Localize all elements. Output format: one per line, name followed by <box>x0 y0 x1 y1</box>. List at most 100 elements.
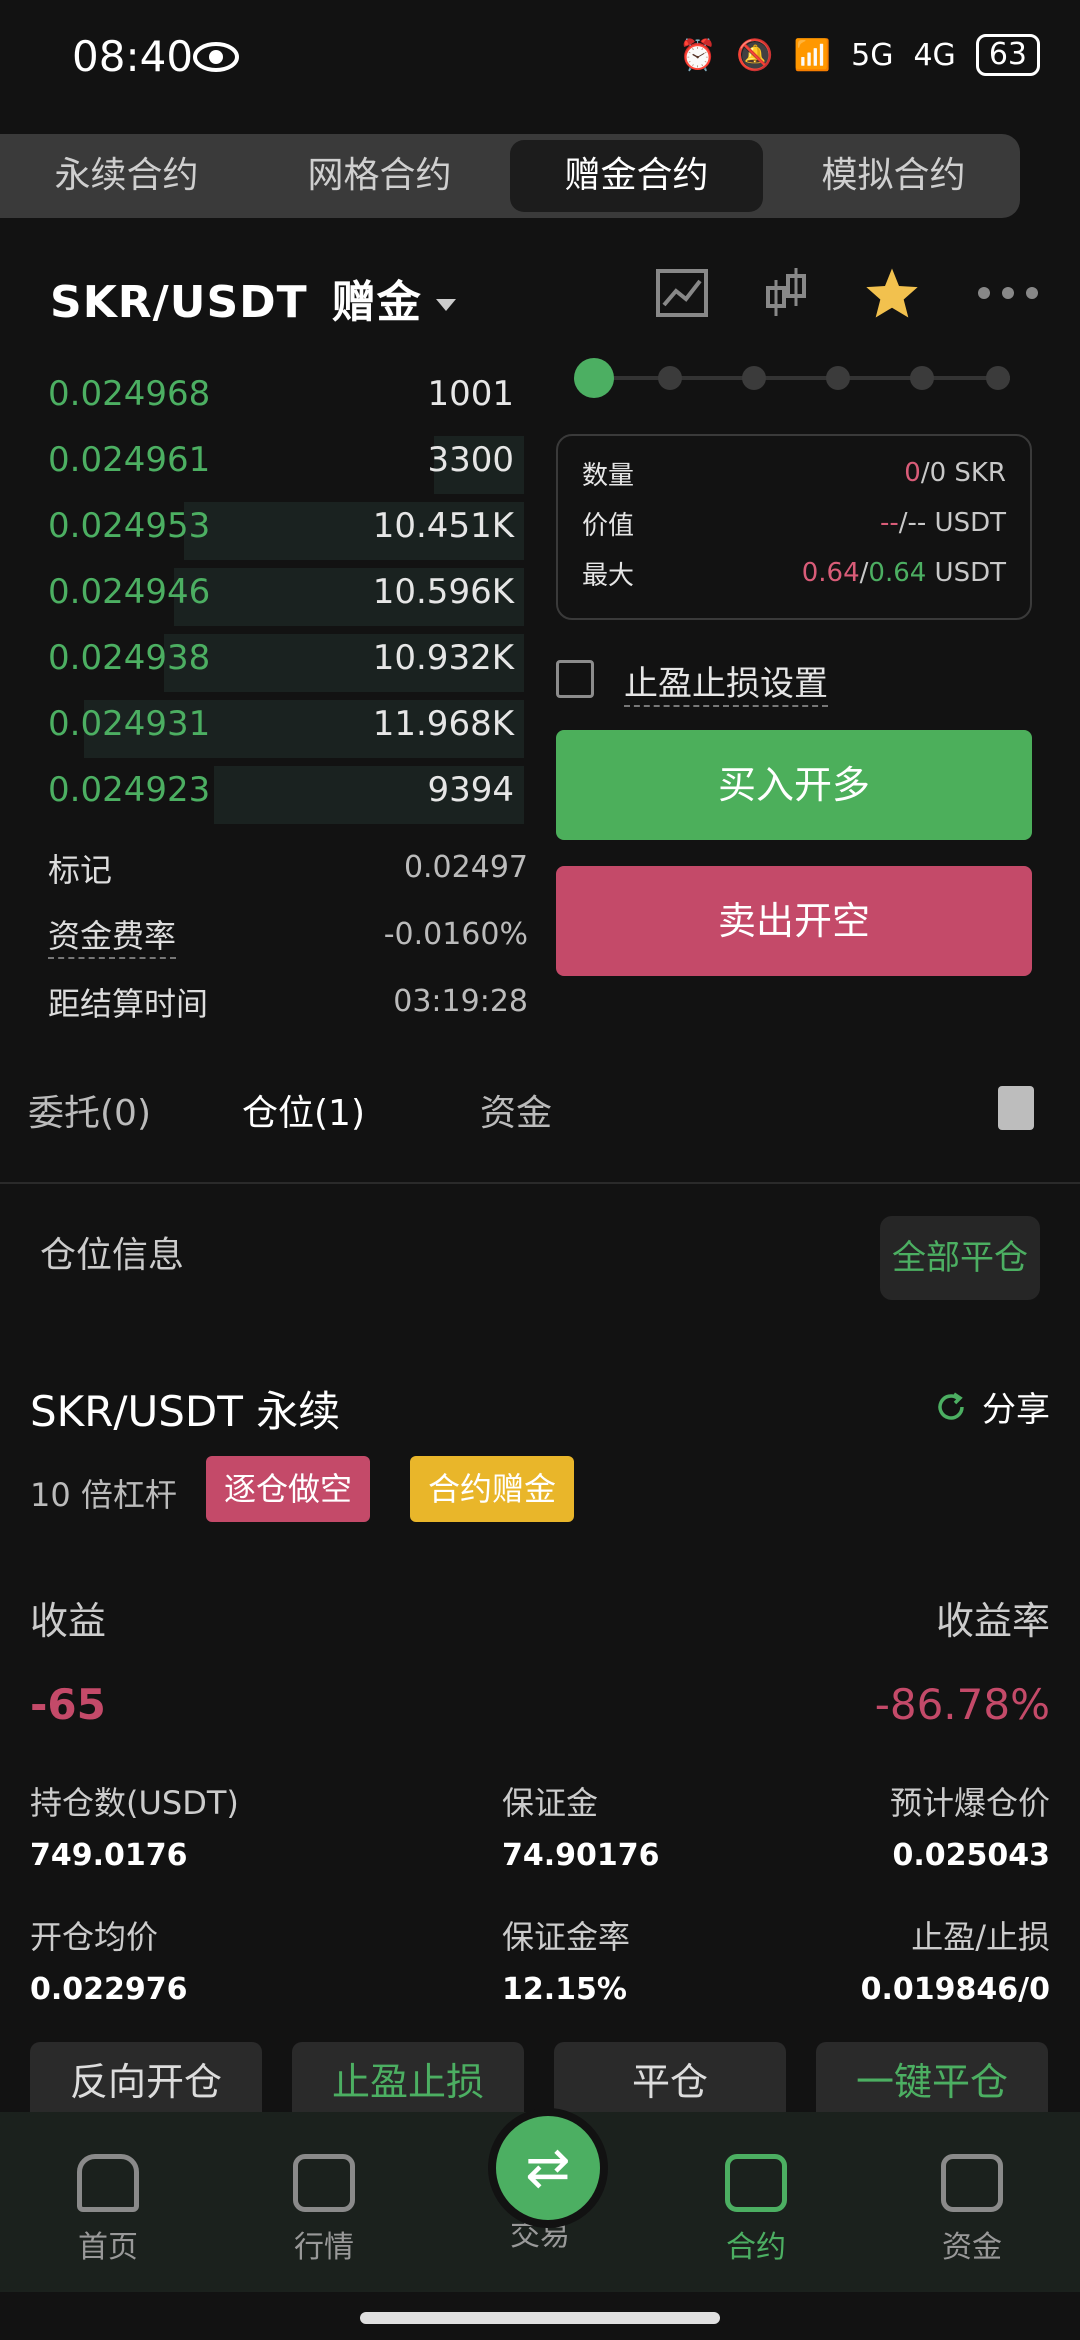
position-section-title: 仓位信息 <box>40 1235 185 1276</box>
star-icon[interactable] <box>864 266 920 320</box>
order-qty: 1001 <box>427 374 514 414</box>
status-right: ⏰ 🔕 📶 5G 4G 63 <box>679 34 1040 76</box>
contract-icon <box>725 2154 787 2212</box>
tpsl-label[interactable]: 止盈止损设置 <box>624 656 828 707</box>
nav-home[interactable]: 首页 <box>28 2154 188 2266</box>
settle-value: 03:19:28 <box>393 984 528 1019</box>
value-label: 价值 <box>582 510 635 541</box>
field-value: 12.15% <box>502 1972 627 2007</box>
leverage-label: 10 倍杠杆 <box>30 1476 177 1514</box>
order-book-row[interactable]: 0.024946 10.596K <box>0 560 530 626</box>
field-label: 保证金 <box>502 1784 599 1822</box>
mark-label: 标记 <box>48 850 113 889</box>
document-icon[interactable] <box>998 1086 1034 1130</box>
amount-slider[interactable] <box>574 358 1010 398</box>
tab-demo[interactable]: 模拟合约 <box>767 134 1020 218</box>
order-book: 0.024968 1001 0.024961 3300 0.024953 10.451K 0… <box>0 362 530 824</box>
roe-label: 收益率 <box>935 1599 1050 1643</box>
tab-bonus[interactable]: 赠金合约 <box>510 140 763 212</box>
home-icon <box>77 2154 139 2212</box>
field-value: 0.022976 <box>30 1972 188 2007</box>
field-label: 开仓均价 <box>30 1918 159 1956</box>
field-label: 止盈/止损 <box>911 1918 1050 1956</box>
qty-label: 数量 <box>582 460 635 491</box>
slider-stop[interactable] <box>910 366 934 390</box>
battery-icon: 63 <box>975 34 1040 76</box>
roe-value: -86.78% <box>874 1680 1050 1729</box>
pair-symbol: SKR/USDT <box>50 277 308 328</box>
buy-long-button[interactable]: 买入开多 <box>556 730 1032 840</box>
nav-label: 首页 <box>78 2230 138 2265</box>
order-book-row[interactable]: 0.024931 11.968K <box>0 692 530 758</box>
tpsl-button[interactable]: 止盈止损 <box>292 2042 524 2122</box>
funding-label[interactable]: 资金费率 <box>48 911 177 959</box>
share-button[interactable]: 分享 <box>934 1382 1050 1431</box>
signal-4g: 4G <box>913 37 956 73</box>
one-click-close-button[interactable]: 一键平仓 <box>816 2042 1048 2122</box>
nav-contract[interactable]: 合约 <box>676 2154 836 2266</box>
order-qty: 3300 <box>427 440 514 480</box>
chart-icon[interactable] <box>656 269 708 317</box>
divider <box>0 1182 1080 1184</box>
field-label: 持仓数(USDT) <box>30 1784 239 1822</box>
qty-a: 0 <box>904 458 921 488</box>
tab-positions[interactable]: 仓位(1) <box>242 1084 365 1136</box>
slider-stop[interactable] <box>986 366 1010 390</box>
tpsl-checkbox[interactable] <box>556 660 594 698</box>
tab-assets[interactable]: 资金 <box>480 1084 552 1136</box>
reverse-open-button[interactable]: 反向开仓 <box>30 2042 262 2122</box>
sell-short-button[interactable]: 卖出开空 <box>556 866 1032 976</box>
order-price: 0.024931 <box>48 704 211 744</box>
field-label: 保证金率 <box>502 1918 631 1956</box>
slider-stop[interactable] <box>826 366 850 390</box>
order-book-row[interactable]: 0.024961 3300 <box>0 428 530 494</box>
slider-stop[interactable] <box>658 366 682 390</box>
tab-perpetual[interactable]: 永续合约 <box>0 134 253 218</box>
more-icon[interactable] <box>976 285 1040 301</box>
order-price: 0.024923 <box>48 770 211 810</box>
bonus-badge: 合约赠金 <box>410 1456 575 1522</box>
field-value: 0.025043 <box>892 1838 1050 1873</box>
isolated-short-badge: 逐仓做空 <box>206 1456 371 1522</box>
order-book-row[interactable]: 0.024923 9394 <box>0 758 530 824</box>
pair-mode: 赠金 <box>331 277 422 328</box>
trade-fab[interactable]: ⇄ <box>488 2108 608 2228</box>
share-icon <box>938 1392 964 1420</box>
value-a: -- <box>880 508 899 538</box>
signal-5g: 5G <box>851 37 894 73</box>
order-price: 0.024968 <box>48 374 211 414</box>
share-label: 分享 <box>982 1390 1050 1430</box>
order-price: 0.024946 <box>48 572 211 612</box>
close-all-button[interactable]: 全部平仓 <box>880 1216 1040 1300</box>
settle-label: 距结算时间 <box>48 984 209 1023</box>
wifi-icon: 📶 <box>793 37 832 73</box>
close-button[interactable]: 平仓 <box>554 2042 786 2122</box>
order-qty: 9394 <box>427 770 514 810</box>
tab-orders[interactable]: 委托(0) <box>28 1084 151 1136</box>
funding-value: -0.0160% <box>383 917 528 952</box>
order-book-row[interactable]: 0.024938 10.932K <box>0 626 530 692</box>
nav-market[interactable]: 行情 <box>244 2154 404 2266</box>
max-b: 0.64 <box>868 558 927 588</box>
order-book-row[interactable]: 0.024953 10.451K <box>0 494 530 560</box>
order-info-box: 数量 0/0 SKR 价值 --/-- USDT 最大 0.64/0.64 USDT <box>556 434 1032 620</box>
pnl-value: -65 <box>30 1680 106 1729</box>
nav-assets[interactable]: 资金 <box>892 2154 1052 2266</box>
tab-grid[interactable]: 网格合约 <box>253 134 506 218</box>
nav-label: 行情 <box>294 2230 354 2265</box>
pair-selector[interactable]: SKR/USDT 赠金 <box>50 266 456 330</box>
field-value: 749.0176 <box>30 1838 188 1873</box>
candlestick-icon[interactable] <box>764 266 808 320</box>
order-book-row[interactable]: 0.024968 1001 <box>0 362 530 428</box>
home-indicator[interactable] <box>360 2312 720 2324</box>
order-qty: 10.451K <box>372 506 514 546</box>
chevron-down-icon <box>435 299 456 311</box>
qty-b: /0 SKR <box>920 458 1006 488</box>
position-title: SKR/USDT 永续 <box>30 1387 341 1436</box>
slider-stop[interactable] <box>742 366 766 390</box>
max-a: 0.64 <box>801 558 860 588</box>
max-unit: USDT <box>926 558 1006 588</box>
slider-handle[interactable] <box>574 358 614 398</box>
market-icon <box>293 2154 355 2212</box>
order-price: 0.024961 <box>48 440 211 480</box>
